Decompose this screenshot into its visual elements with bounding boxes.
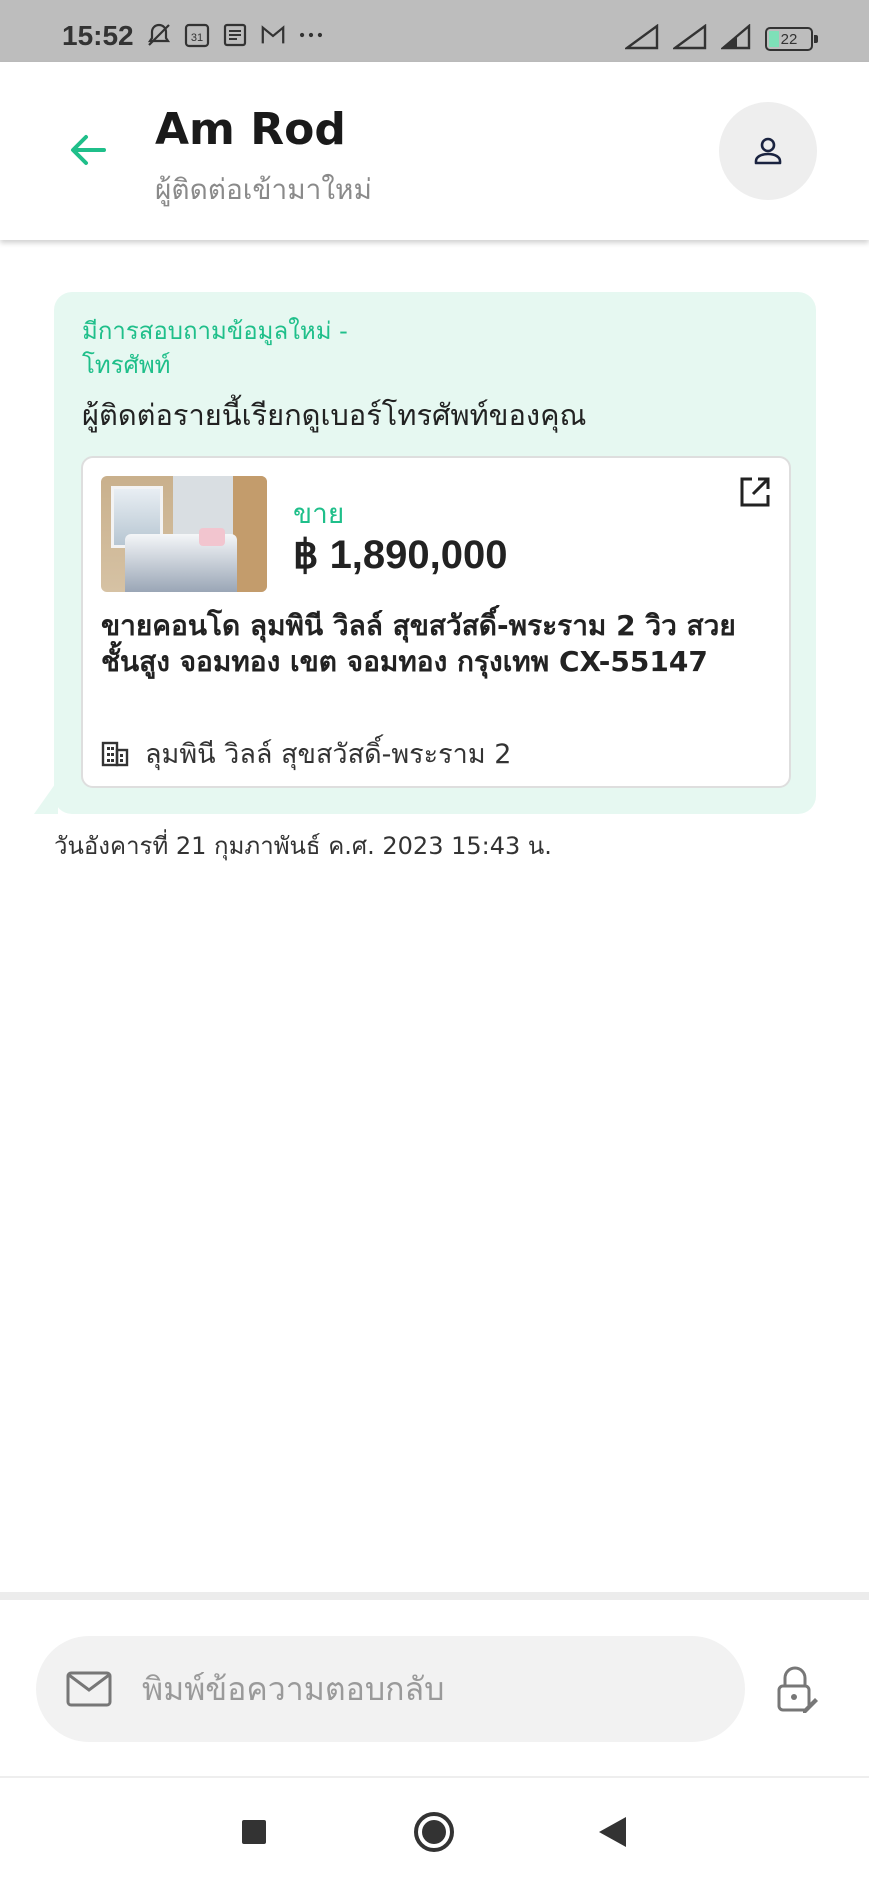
back-nav-button[interactable]: [584, 1804, 640, 1860]
calendar-icon: 31: [184, 22, 210, 48]
notifications-off-icon: [146, 22, 172, 48]
listing-project: ลุมพินี วิลล์ สุขสวัสดิ์-พระราม 2: [101, 732, 511, 775]
listing-price: ฿ 1,890,000: [293, 533, 508, 577]
back-button[interactable]: [62, 124, 114, 176]
more-dots-icon: [298, 22, 324, 48]
signal-icon: [671, 23, 707, 54]
inquiry-text: ผู้ติดต่อรายนี้เรียกดูเบอร์โทรศัพท์ของคุ…: [82, 398, 587, 432]
battery-level: 22: [780, 30, 798, 48]
contact-status: ผู้ติดต่อเข้ามาใหม่: [155, 173, 372, 206]
signal-icon: [719, 23, 751, 54]
contact-profile-button[interactable]: [719, 102, 817, 200]
battery-icon: 22: [765, 27, 818, 51]
open-listing-button[interactable]: [735, 472, 775, 512]
recents-button[interactable]: [226, 1804, 282, 1860]
status-icons-right: 22: [623, 23, 818, 54]
lock-edit-icon: [777, 1666, 818, 1713]
inquiry-message-bubble: มีการสอบถามข้อมูลใหม่ - โทรศัพท์ ผู้ติดต…: [54, 292, 816, 814]
triangle-back-icon: [599, 1817, 626, 1847]
arrow-back-icon: [71, 135, 106, 165]
composer-divider: [0, 1592, 869, 1600]
reply-input[interactable]: พิมพ์ข้อความตอบกลับ: [36, 1636, 745, 1742]
system-navigation-bar: [0, 1778, 869, 1883]
contact-name: Am Rod: [155, 104, 346, 155]
square-recents-icon: [242, 1820, 266, 1844]
status-time: 15:52: [62, 20, 134, 51]
reply-placeholder: พิมพ์ข้อความตอบกลับ: [142, 1669, 445, 1708]
conversation-header: Am Rod ผู้ติดต่อเข้ามาใหม่: [0, 62, 869, 240]
listing-type: ขาย: [293, 497, 345, 530]
signal-icon: [623, 23, 659, 54]
reply-composer: พิมพ์ข้อความตอบกลับ: [0, 1600, 869, 1778]
status-icons-left: 31: [146, 22, 324, 48]
status-bar: 15:52 31 22: [0, 0, 869, 62]
calendar-day: 31: [191, 32, 203, 44]
message-timestamp: วันอังคารที่ 21 กุมภาพันธ์ ค.ศ. 2023 15:…: [54, 832, 552, 860]
inquiry-title: มีการสอบถามข้อมูลใหม่ - โทรศัพท์: [82, 317, 348, 379]
mail-icon: [66, 1671, 112, 1707]
news-icon: [222, 22, 248, 48]
lock-edit-button[interactable]: [771, 1664, 823, 1716]
listing-card[interactable]: ขาย ฿ 1,890,000 ขายคอนโด ลุมพินี วิลล์ ส…: [81, 456, 791, 788]
building-icon: [101, 741, 129, 766]
listing-thumbnail: [101, 476, 267, 592]
circle-home-icon: [414, 1812, 454, 1852]
home-button[interactable]: [406, 1804, 462, 1860]
person-icon: [754, 137, 782, 165]
listing-project-name: ลุมพินี วิลล์ สุขสวัสดิ์-พระราม 2: [145, 739, 512, 770]
listing-title: ขายคอนโด ลุมพินี วิลล์ สุขสวัสดิ์-พระราม…: [101, 609, 736, 678]
gmail-icon: [260, 22, 286, 48]
open-in-new-icon: [740, 477, 770, 507]
